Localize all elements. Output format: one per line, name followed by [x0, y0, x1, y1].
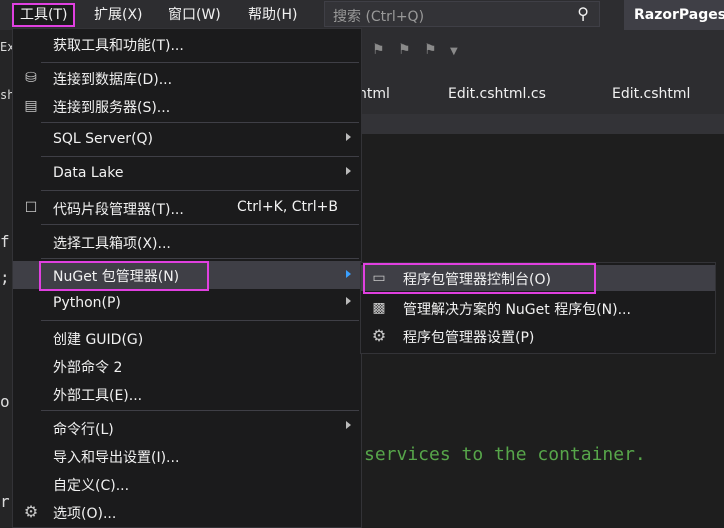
database-icon: ⛁ — [25, 70, 37, 86]
menu-item-get-tools[interactable]: 获取工具和功能(T)... — [13, 31, 361, 57]
menu-item-label: 命令行(L) — [53, 422, 114, 438]
submenu-arrow-icon — [346, 297, 351, 305]
tab-edit-cshtml-cs[interactable]: Edit.cshtml.cs — [448, 86, 546, 102]
edge-text: r — [0, 492, 10, 511]
menu-help[interactable]: 帮助(H) — [242, 5, 303, 25]
edge-text: f — [0, 232, 10, 251]
nuget-submenu: ▭ 程序包管理器控制台(O) ▩ 管理解决方案的 NuGet 程序包(N)...… — [360, 262, 716, 354]
menu-item-options[interactable]: ⚙ 选项(O)... — [13, 499, 361, 525]
menu-item-external-command[interactable]: 外部命令 2 — [13, 353, 361, 379]
menu-item-data-lake[interactable]: Data Lake — [13, 161, 361, 187]
project-title: RazorPagesM — [624, 0, 724, 30]
menu-window[interactable]: 窗口(W) — [162, 5, 227, 25]
menu-item-package-manager-settings[interactable]: ⚙ 程序包管理器设置(P) — [361, 323, 715, 349]
menu-item-label: 选择工具箱项(X)... — [53, 236, 171, 252]
server-icon: ▤ — [24, 98, 38, 114]
menu-item-label: 代码片段管理器(T)... — [53, 202, 184, 218]
tools-dropdown-menu: 获取工具和功能(T)... ⛁ 连接到数据库(D)... ▤ 连接到服务器(S)… — [12, 28, 362, 528]
menu-separator — [41, 224, 359, 225]
menu-separator — [41, 122, 359, 123]
menu-item-customize[interactable]: 自定义(C)... — [13, 471, 361, 497]
submenu-arrow-icon — [346, 270, 351, 278]
package-icon: ▩ — [372, 300, 386, 316]
submenu-arrow-icon — [346, 133, 351, 141]
menu-item-snippets-manager[interactable]: ☐ 代码片段管理器(T)... Ctrl+K, Ctrl+B — [13, 195, 361, 221]
menu-separator — [41, 320, 359, 321]
tab-edit-cshtml[interactable]: Edit.cshtml — [612, 86, 690, 102]
menu-item-connect-database[interactable]: ⛁ 连接到数据库(D)... — [13, 65, 361, 91]
menu-item-create-guid[interactable]: 创建 GUID(G) — [13, 325, 361, 351]
navigation-bar — [362, 114, 724, 134]
menu-item-label: Python(P) — [53, 295, 121, 311]
menu-separator — [41, 156, 359, 157]
menu-item-label: 导入和导出设置(I)... — [53, 450, 180, 466]
search-input[interactable]: 搜索 (Ctrl+Q) ⚲ — [324, 1, 600, 27]
toolbar-overflow-icon[interactable]: ▼ — [450, 46, 458, 57]
gear-icon: ⚙ — [371, 326, 387, 345]
nuget-highlight-box — [39, 261, 209, 291]
checkbox-icon: ☐ — [24, 200, 38, 216]
menu-item-label: 获取工具和功能(T)... — [53, 38, 184, 54]
menu-separator — [41, 62, 359, 63]
toolbar: ⚑ ⚑ ⚑ ▼ — [362, 30, 724, 76]
menu-item-label: 创建 GUID(G) — [53, 332, 144, 348]
menu-item-manage-nuget-packages[interactable]: ▩ 管理解决方案的 NuGet 程序包(N)... — [361, 295, 715, 321]
tab-cshtml[interactable]: html — [358, 86, 390, 102]
menu-separator — [41, 410, 359, 411]
console-highlight-box — [363, 263, 596, 294]
bookmark-next-icon[interactable]: ⚑ — [398, 42, 411, 58]
menu-item-label: 外部命令 2 — [53, 360, 123, 376]
menu-item-import-export[interactable]: 导入和导出设置(I)... — [13, 443, 361, 469]
menu-item-sql-server[interactable]: SQL Server(Q) — [13, 127, 361, 153]
menu-item-connect-server[interactable]: ▤ 连接到服务器(S)... — [13, 93, 361, 119]
menu-item-label: 选项(O)... — [53, 506, 117, 522]
menu-item-label: 外部工具(E)... — [53, 388, 143, 404]
menu-tools[interactable]: 工具(T) — [11, 3, 76, 27]
menu-item-command-line[interactable]: 命令行(L) — [13, 415, 361, 441]
menu-item-label: 自定义(C)... — [53, 478, 130, 494]
edge-text: o — [0, 392, 10, 411]
menu-extensions[interactable]: 扩展(X) — [88, 5, 149, 25]
menu-separator — [41, 258, 359, 259]
document-tabs: html Edit.cshtml.cs Edit.cshtml — [358, 76, 724, 116]
menu-item-shortcut: Ctrl+K, Ctrl+B — [237, 199, 338, 215]
search-placeholder: 搜索 (Ctrl+Q) — [333, 9, 425, 25]
bookmark-clear-icon[interactable]: ⚑ — [424, 42, 437, 58]
menu-item-label: 管理解决方案的 NuGet 程序包(N)... — [403, 302, 631, 318]
menu-item-choose-toolbox[interactable]: 选择工具箱项(X)... — [13, 229, 361, 255]
menu-item-label: 程序包管理器设置(P) — [403, 330, 535, 346]
submenu-arrow-icon — [346, 167, 351, 175]
menu-item-label: 连接到服务器(S)... — [53, 100, 171, 116]
menu-item-label: SQL Server(Q) — [53, 131, 154, 147]
submenu-arrow-icon — [346, 421, 351, 429]
gear-icon: ⚙ — [23, 502, 39, 521]
menu-item-label: 连接到数据库(D)... — [53, 72, 173, 88]
menu-item-label: Data Lake — [53, 165, 124, 181]
code-comment: services to the container. — [364, 444, 646, 465]
menu-separator — [41, 190, 359, 191]
search-icon[interactable]: ⚲ — [577, 4, 589, 23]
edge-text: ; — [0, 268, 10, 287]
menu-item-external-tools[interactable]: 外部工具(E)... — [13, 381, 361, 407]
bookmark-prev-icon[interactable]: ⚑ — [372, 42, 385, 58]
menu-item-python[interactable]: Python(P) — [13, 291, 361, 317]
